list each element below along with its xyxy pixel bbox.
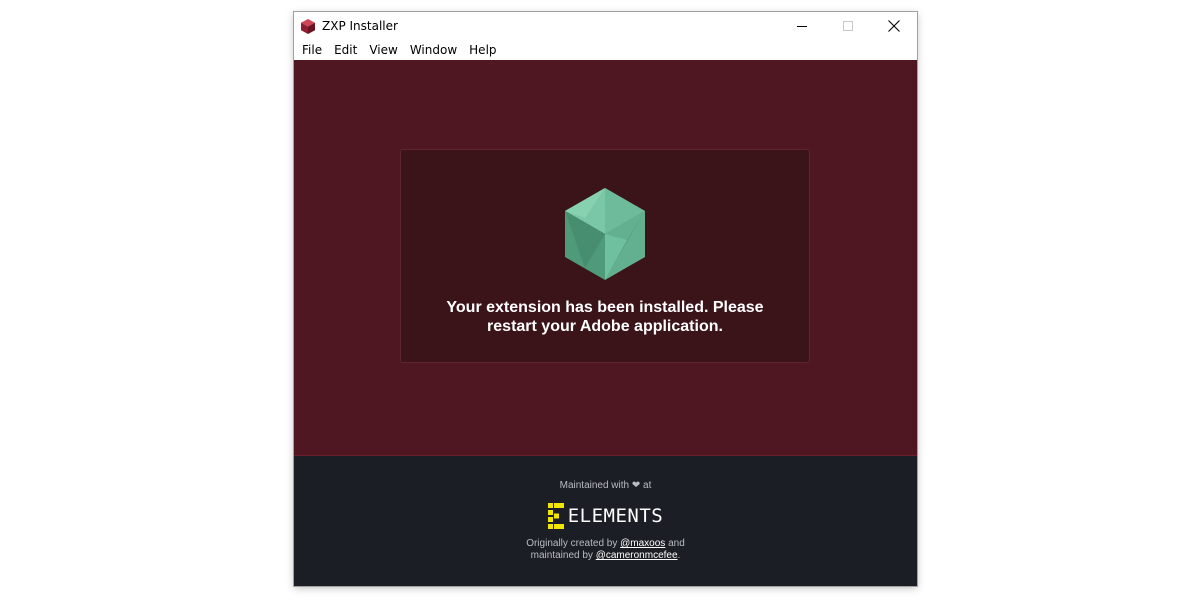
maintained-text: Maintained with ❤ at <box>560 480 652 491</box>
menu-view[interactable]: View <box>363 40 403 60</box>
maintained-suffix: at <box>643 480 652 491</box>
minimize-button[interactable] <box>779 12 825 40</box>
menu-file[interactable]: File <box>296 40 328 60</box>
app-window: ZXP Installer File Edit View Window Help… <box>294 12 917 586</box>
close-icon <box>888 20 900 32</box>
menu-window[interactable]: Window <box>404 40 463 60</box>
credits-prefix: Originally created by <box>526 538 618 549</box>
credits-middle: and <box>668 538 685 549</box>
credits: Originally created by @maxoos and mainta… <box>526 538 685 562</box>
elements-logo-text: ELEMENTS <box>567 505 664 527</box>
window-controls <box>779 12 917 40</box>
author-link-maxoos[interactable]: @maxoos <box>620 538 665 549</box>
status-card: Your extension has been installed. Pleas… <box>400 149 810 363</box>
elements-logo[interactable]: ELEMENTS <box>547 503 664 529</box>
close-button[interactable] <box>871 12 917 40</box>
window-title: ZXP Installer <box>322 19 398 33</box>
minimize-icon <box>797 26 807 27</box>
footer: Maintained with ❤ at ELEMENTS Originally… <box>294 455 917 586</box>
credits-end: . <box>677 550 681 561</box>
credits-line-2: maintained by @cameronmcefee. <box>526 550 685 562</box>
author-link-cameronmcefee[interactable]: @cameronmcefee <box>596 550 678 561</box>
cube-app-icon <box>300 18 316 34</box>
maximize-button[interactable] <box>825 12 871 40</box>
menu-edit[interactable]: Edit <box>328 40 363 60</box>
maintained-prefix: Maintained with <box>559 480 630 491</box>
credits-line2-prefix: maintained by <box>530 550 593 561</box>
main-content: Your extension has been installed. Pleas… <box>294 60 917 455</box>
heart-icon: ❤ <box>631 480 641 491</box>
elements-logo-icon <box>547 503 564 529</box>
maximize-icon <box>843 21 853 31</box>
menu-bar: File Edit View Window Help <box>294 40 917 60</box>
title-bar[interactable]: ZXP Installer <box>294 12 917 40</box>
menu-help[interactable]: Help <box>463 40 502 60</box>
credits-line-1: Originally created by @maxoos and <box>526 538 685 550</box>
green-cube-icon <box>565 188 645 280</box>
success-message: Your extension has been installed. Pleas… <box>446 299 764 335</box>
